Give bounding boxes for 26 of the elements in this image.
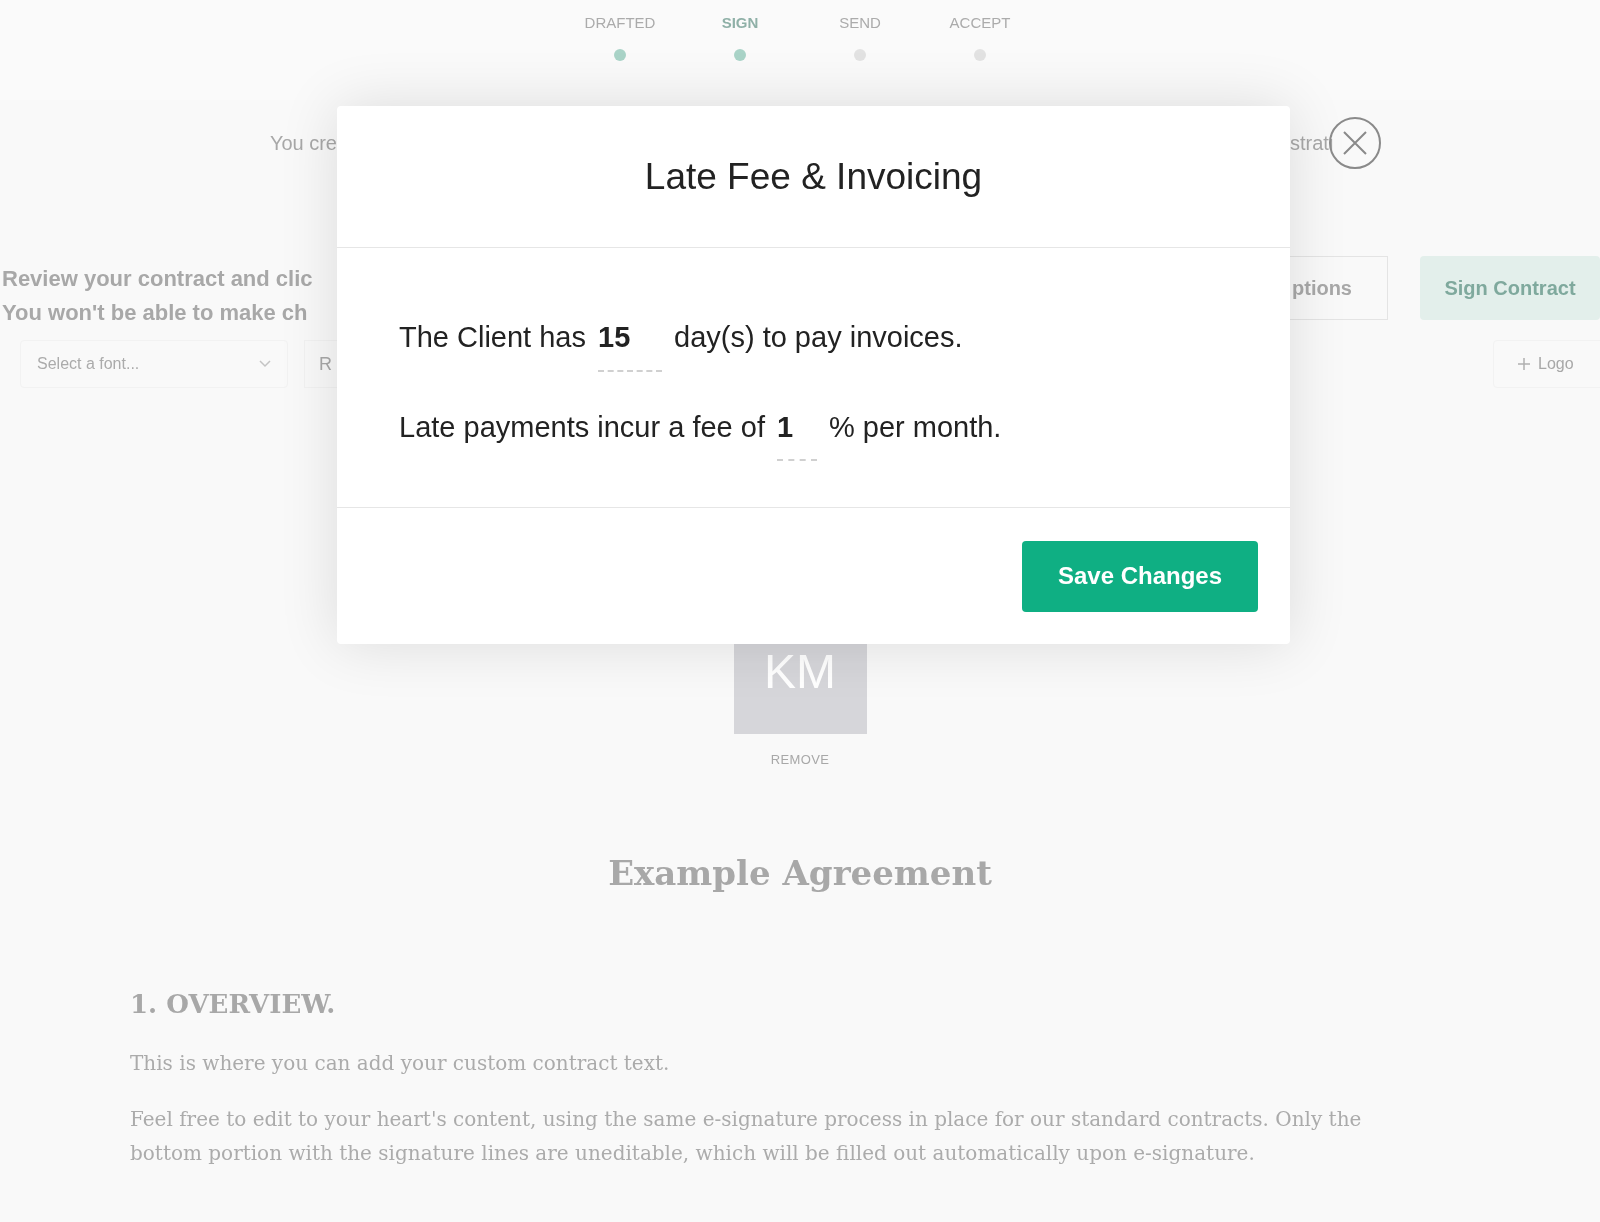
paragraph: This is where you can add your custom contract text. [130,1049,671,1077]
plus-icon [1518,358,1530,370]
document-title: Example Agreement [608,851,992,895]
form-text: day(s) to pay invoices. [674,320,963,355]
modal-title: Late Fee & Invoicing [644,154,983,199]
number-input[interactable]: 15 [598,316,662,372]
section-heading: 1. OVERVIEW. [130,987,337,1021]
step-label: SIGN [721,13,759,33]
form-text: % per month. [828,409,1002,445]
remove-link[interactable]: REMOVE [770,750,830,770]
form-text: Late payments incur a fee of [399,409,765,445]
paragraph: Feel free to edit to your heart's content, using the same e-signature process in place for our standard contracts. Only the bottom portion with the signature lines are uneditable, which will be filled out automatically upon e-signature. [130,1105,1363,1167]
sign-contract-button[interactable]: Sign Contract [1420,256,1600,320]
close-icon [1342,130,1368,156]
step-label: ACCEPT [949,13,1011,33]
font-select[interactable]: Select a font... [20,340,288,388]
chevron-icon [259,360,271,368]
step-label: SEND [839,13,881,33]
number-input[interactable]: 1 [776,405,817,461]
logo-button[interactable]: Logo [1493,340,1600,388]
instruction-text: Review your contract and clic [2,265,314,293]
instruction-text: You won't be able to make ch [2,299,309,327]
step-label: DRAFTED [584,13,656,33]
intro-text: You cre [269,131,337,156]
save-changes-button[interactable]: Save Changes [1022,540,1258,612]
form-text: The Client has [399,320,586,355]
